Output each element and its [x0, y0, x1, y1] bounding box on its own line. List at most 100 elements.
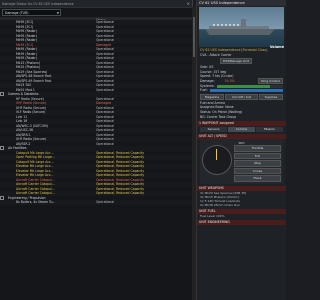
row-name: Mk95 (Radar): [16, 38, 37, 43]
row-name: VHF Radio (Secure): [16, 101, 46, 106]
window-titlebar[interactable]: Damage Status for CV 62 USS Independence…: [0, 0, 192, 8]
damage-value: 19.3%: [224, 78, 235, 83]
damage-control-button[interactable]: Dmg Control: [258, 78, 283, 85]
row-status: Operational: [96, 83, 115, 88]
row-name: Mk23 TAS: [16, 83, 32, 88]
row-name: Aircraft Carrier Catapul...: [16, 182, 55, 187]
row-name: AN/SPS-49 Search Rad.: [16, 78, 52, 83]
weapon-item[interactable]: 2x Mk38 25mm Chain Gun: [200, 203, 283, 207]
row-status: Operational, Reduced Capacity: [96, 150, 145, 155]
magazine-button[interactable]: Magazine: [200, 93, 225, 100]
row-status: Operational, Reduced Capacity: [96, 191, 145, 196]
flank-button[interactable]: Flank: [234, 175, 281, 182]
row-name: Mk95 [ECI]: [16, 20, 33, 25]
status-line-2: BG: Carrier Task Group: [200, 114, 237, 119]
expand-toggle-icon[interactable]: [0, 195, 4, 200]
row-status: Operational, Reduced Capacity: [96, 155, 145, 160]
row-status: Operational: [96, 56, 115, 61]
tab-mission[interactable]: Mission: [256, 127, 283, 133]
row-name: Catapult Mk Large Acc...: [16, 159, 54, 164]
full-button[interactable]: Full: [234, 152, 281, 160]
scrollbar-thumb[interactable]: [193, 17, 195, 57]
speed-dial[interactable]: [202, 145, 232, 176]
fuel-bar: [209, 89, 283, 93]
row-status: Operational, Reduced Capacity: [96, 182, 145, 187]
row-name: HF Radio (Secure): [16, 96, 44, 101]
supplies-button[interactable]: Supplies: [258, 93, 283, 100]
row-name: Mk15 (Phalanx): [16, 60, 41, 65]
expand-toggle-icon[interactable]: [0, 146, 4, 151]
damage-status-window: Damage Status for CV 62 USS Independence…: [0, 0, 193, 300]
close-icon[interactable]: ×: [187, 1, 190, 6]
row-name: Mk95 (Radar): [16, 33, 37, 38]
systems-bar: [216, 84, 283, 88]
row-name: Mk95 (Radar): [16, 29, 37, 34]
tab-comms[interactable]: Comms: [228, 127, 255, 133]
row-name: VLF Radio (Secure): [16, 110, 46, 115]
row-status: Operational, Reduced Capacity: [96, 177, 145, 182]
row-status: Operational: [96, 96, 115, 101]
row-name: Link 16: [16, 119, 28, 124]
row-status: Operational: [96, 78, 115, 83]
row-status: Operational, Reduced Capacity: [96, 173, 145, 178]
row-name: Mk95 [ECI]: [16, 42, 33, 47]
cruise-button[interactable]: Cruise: [234, 167, 281, 175]
row-name: Elevator Mk Large Acc...: [16, 173, 54, 178]
row-name: Mk95 (Radar): [16, 51, 37, 56]
row-status: Operational: [96, 137, 115, 142]
edit-unit-button[interactable]: Edit/Manage Unit: [220, 58, 252, 65]
chevron-down-icon: ▼: [56, 10, 59, 15]
row-status: Damaged: [96, 42, 112, 47]
throttle-button[interactable]: Throttle: [234, 145, 281, 152]
row-status: Operational: [96, 141, 115, 146]
damage-filter-dropdown[interactable]: Damage (TUR) ▼: [2, 9, 61, 16]
row-name: AN/SSR-2: [16, 141, 31, 146]
engineering-section-header[interactable]: UNIT ENGINEERING: [197, 219, 286, 225]
row-status: Operational: [96, 38, 115, 43]
unit-status-pane: CV 62 USS Independence Volume CV 62 USS …: [196, 0, 286, 300]
aircraft-list-button[interactable]: Aircraft / List: [225, 93, 258, 100]
fuel-label: Fuel:: [200, 88, 208, 93]
row-status: Operational: [96, 29, 115, 34]
row-name: Elevator Mk Large Acc...: [16, 164, 54, 169]
row-status: Operational, Reduced Capacity: [96, 164, 145, 169]
row-status: Operational: [96, 65, 115, 70]
row-name: Mk29 (Sea Sparrow): [16, 69, 48, 74]
row-name: AN/SRR-1: [16, 132, 31, 137]
row-status: Operational: [96, 60, 115, 65]
unit-photo: [199, 7, 284, 47]
row-status: Operational: [96, 110, 115, 115]
row-name: Elevator Mk Large Acc...: [16, 168, 54, 173]
row-status: Damaged: [96, 101, 112, 106]
unit-header: CV 62 USS Independence: [197, 0, 286, 6]
row-name: AN/SPS-48 Search Rad.: [16, 74, 52, 79]
row-name: Catapult Mk Large Acc...: [16, 150, 54, 155]
row-name: AN/WSC-3 (SATCOM): [16, 123, 49, 128]
row-status: Operational: [96, 87, 115, 92]
stop-button[interactable]: Stop: [234, 160, 281, 167]
row-status: Operational: [96, 51, 115, 56]
row-status: Operational: [96, 200, 115, 205]
row-name: Mk15 (Phalanx): [16, 65, 41, 70]
waypoint-header[interactable]: 1 WAYPOINT assigned: [197, 121, 286, 127]
window-title: Damage Status for CV 62 USS Independence: [2, 1, 74, 6]
row-status: Operational: [96, 20, 115, 25]
row-status: Operational: [96, 74, 115, 79]
expand-toggle-icon[interactable]: [0, 92, 4, 97]
photo-label: Volume: [269, 45, 284, 49]
row-name: UHF Radio (Secure): [16, 105, 47, 110]
row-name: Air Facilities: [8, 146, 27, 151]
fuel-level-text: Fuel Level 100%: [200, 213, 225, 218]
row-name: Mk91 Mod 1: [16, 87, 35, 92]
row-name: Aircraft Carrier Catapul...: [16, 191, 55, 196]
row-name: Mk95 [ECI]: [16, 24, 33, 29]
row-name: Mk95 (Radar): [16, 47, 37, 52]
row-status: Operational: [96, 132, 115, 137]
row-name: Mk95 (Radar): [16, 56, 37, 61]
tab-sensors[interactable]: Sensors: [200, 127, 227, 133]
row-name: Link 11: [16, 114, 28, 119]
row-status: Operational: [96, 47, 115, 52]
table-row[interactable]: 8x Boilers, 4x Steam Tu... Operational: [0, 200, 192, 205]
dropdown-value: Damage (TUR): [5, 10, 29, 15]
row-name: Aircraft Carrier Catapul...: [16, 186, 55, 191]
